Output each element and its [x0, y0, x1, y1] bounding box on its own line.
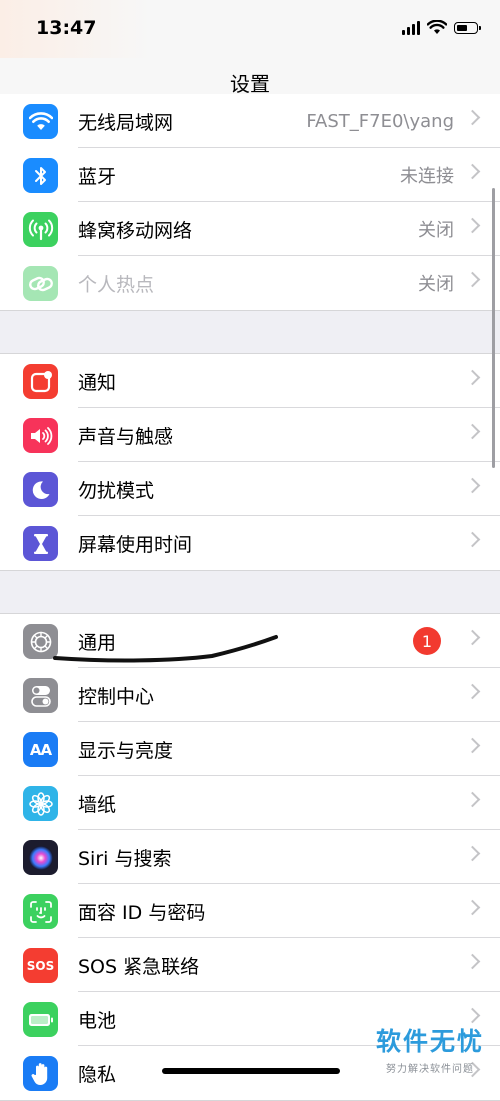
gear-icon — [23, 624, 58, 659]
chevron-right-icon — [464, 737, 481, 754]
settings-row-label: SOS 紧急联络 — [78, 955, 200, 978]
watermark-subtitle: 努力解决软件问题 — [385, 1064, 474, 1075]
chevron-right-icon — [464, 683, 481, 700]
speaker-icon — [23, 418, 58, 453]
text-size-icon: AA — [23, 732, 58, 767]
bluetooth-icon — [23, 158, 58, 193]
status-icons — [402, 20, 481, 35]
wifi-icon — [23, 104, 58, 139]
settings-group-notifications: 通知 声音与触感 勿扰模式 屏幕使用时间 — [0, 353, 500, 571]
settings-row-cellular[interactable]: 蜂窝移动网络 关闭 — [0, 202, 500, 256]
hand-icon — [23, 1056, 58, 1091]
settings-row-label: 显示与亮度 — [78, 739, 174, 762]
status-bar: 13:47 — [0, 0, 500, 58]
chevron-right-icon — [464, 423, 481, 440]
settings-row-display-brightness[interactable]: AA 显示与亮度 — [0, 722, 500, 776]
settings-row-bluetooth[interactable]: 蓝牙 未连接 — [0, 148, 500, 202]
hourglass-icon — [23, 526, 58, 561]
scroll-indicator[interactable] — [492, 188, 495, 468]
cellular-antenna-icon — [23, 212, 58, 247]
settings-row-do-not-disturb[interactable]: 勿扰模式 — [0, 462, 500, 516]
settings-row-emergency-sos[interactable]: SOS SOS 紧急联络 — [0, 938, 500, 992]
update-count-badge: 1 — [413, 627, 441, 655]
settings-row-value: 关闭 — [418, 274, 454, 295]
settings-row-hotspot[interactable]: 个人热点 关闭 — [0, 256, 500, 310]
battery-icon — [23, 1002, 58, 1037]
settings-row-label: 隐私 — [78, 1063, 117, 1086]
settings-row-screen-time[interactable]: 屏幕使用时间 — [0, 516, 500, 570]
chevron-right-icon — [464, 845, 481, 862]
settings-row-label: 通知 — [78, 371, 117, 394]
page-title: 设置 — [230, 72, 270, 96]
chevron-right-icon — [464, 163, 481, 180]
chevron-right-icon — [464, 217, 481, 234]
chevron-right-icon — [464, 477, 481, 494]
settings-row-value: 关闭 — [418, 220, 454, 241]
battery-status-icon — [454, 21, 481, 34]
settings-row-label: 蓝牙 — [78, 165, 117, 188]
settings-row-notifications[interactable]: 通知 — [0, 354, 500, 408]
settings-row-general[interactable]: 通用 1 — [0, 614, 500, 668]
settings-row-label: 无线局域网 — [78, 111, 174, 134]
moon-icon — [23, 472, 58, 507]
settings-row-label: 通用 — [78, 631, 117, 654]
chevron-right-icon — [464, 953, 481, 970]
chevron-right-icon — [464, 531, 481, 548]
settings-row-label: Siri 与搜索 — [78, 847, 172, 870]
flower-icon — [23, 786, 58, 821]
settings-row-value: FAST_F7E0\yang — [306, 110, 454, 132]
chevron-right-icon — [464, 1007, 481, 1024]
face-id-icon — [23, 894, 58, 929]
status-time: 13:47 — [36, 17, 97, 39]
settings-row-label: 面容 ID 与密码 — [78, 901, 206, 924]
wifi-status-icon — [427, 20, 447, 34]
text-size-glyph: AA — [29, 740, 52, 759]
chevron-right-icon — [464, 109, 481, 126]
chevron-right-icon — [464, 629, 481, 646]
sos-glyph: SOS — [26, 958, 55, 973]
settings-row-label: 个人热点 — [78, 273, 155, 296]
settings-row-sounds[interactable]: 声音与触感 — [0, 408, 500, 462]
home-indicator[interactable] — [162, 1068, 340, 1074]
settings-group-connectivity: 无线局域网 FAST_F7E0\yang 蓝牙 未连接 蜂窝移动网络 关闭 个人… — [0, 94, 500, 311]
notification-icon — [23, 364, 58, 399]
chevron-right-icon — [464, 791, 481, 808]
settings-row-label: 声音与触感 — [78, 425, 174, 448]
toggle-switches-icon — [23, 678, 58, 713]
settings-row-label: 控制中心 — [78, 685, 155, 708]
cellular-signal-icon — [402, 20, 420, 35]
settings-row-value: 未连接 — [400, 166, 454, 187]
settings-row-wifi[interactable]: 无线局域网 FAST_F7E0\yang — [0, 94, 500, 148]
settings-row-label: 勿扰模式 — [78, 479, 155, 502]
chevron-right-icon — [464, 899, 481, 916]
siri-icon — [23, 840, 58, 875]
settings-row-control-center[interactable]: 控制中心 — [0, 668, 500, 722]
sos-icon: SOS — [23, 948, 58, 983]
chevron-right-icon — [464, 369, 481, 386]
settings-row-siri-search[interactable]: Siri 与搜索 — [0, 830, 500, 884]
settings-row-label: 屏幕使用时间 — [78, 533, 193, 556]
settings-row-label: 电池 — [78, 1009, 117, 1032]
watermark-title: 软件无忧 — [375, 1027, 484, 1056]
chevron-right-icon — [464, 271, 481, 288]
watermark: 软件无忧 努力解决软件问题 — [376, 1022, 484, 1075]
settings-row-label: 墙纸 — [78, 793, 117, 816]
settings-list: 无线局域网 FAST_F7E0\yang 蓝牙 未连接 蜂窝移动网络 关闭 个人… — [0, 94, 500, 1101]
settings-row-label: 蜂窝移动网络 — [78, 219, 193, 242]
settings-row-wallpaper[interactable]: 墙纸 — [0, 776, 500, 830]
hotspot-link-icon — [23, 266, 58, 301]
settings-row-face-id[interactable]: 面容 ID 与密码 — [0, 884, 500, 938]
